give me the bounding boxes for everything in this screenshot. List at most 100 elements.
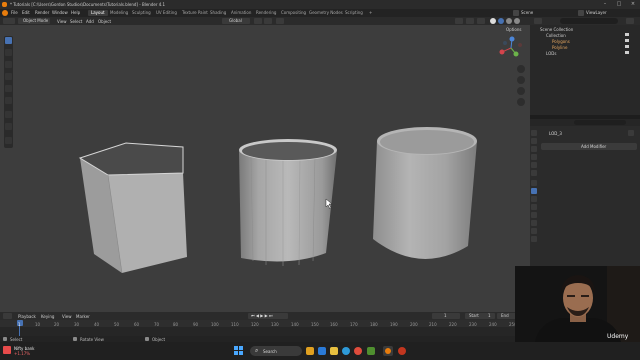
menu-render[interactable]: Render (35, 10, 49, 15)
pan-icon[interactable] (517, 76, 525, 84)
view-layer-name[interactable]: ViewLayer (586, 10, 607, 15)
3d-viewport[interactable]: Options (0, 25, 530, 312)
annotate-tool-icon[interactable] (5, 111, 12, 118)
widgets-app-icon[interactable] (306, 347, 314, 355)
constraints-properties-icon[interactable] (531, 212, 537, 218)
tab-geometry-nodes[interactable]: Geometry Nodes (306, 10, 346, 16)
start-frame-field[interactable]: Start 1 (465, 313, 495, 319)
material-properties-icon[interactable] (531, 228, 537, 234)
mid-poly-mesh[interactable] (239, 139, 337, 266)
chrome-browser-icon[interactable] (354, 347, 362, 355)
rotate-tool-icon[interactable] (5, 73, 12, 80)
app-icon[interactable] (367, 347, 375, 355)
properties-search-input[interactable] (574, 120, 626, 125)
low-poly-mesh[interactable] (78, 142, 187, 274)
close-button[interactable]: × (628, 1, 638, 8)
object-properties-icon[interactable] (531, 180, 537, 186)
scale-tool-icon[interactable] (5, 85, 12, 92)
wireframe-shading-icon[interactable] (490, 18, 496, 24)
tab-compositing[interactable]: Compositing (278, 10, 309, 16)
outliner-search-input[interactable] (560, 18, 618, 24)
rendered-shading-icon[interactable] (514, 18, 520, 24)
outliner-row-scene-collection[interactable]: Scene Collection (540, 27, 573, 32)
playback-controls[interactable]: ⏮ ◀ ▶ ▶ ⏭ (248, 313, 288, 319)
file-explorer-icon[interactable] (330, 347, 338, 355)
outliner-row-collection[interactable]: Collection (546, 33, 566, 38)
output-properties-icon[interactable] (531, 146, 537, 152)
timeline-menu-view[interactable]: View (62, 314, 72, 319)
texture-properties-icon[interactable] (531, 236, 537, 242)
pin-icon[interactable] (628, 130, 634, 136)
view-layer-properties-icon[interactable] (531, 154, 537, 160)
viewport-menu-view[interactable]: View (57, 19, 67, 24)
measure-tool-icon[interactable] (5, 123, 12, 130)
select-box-tool-icon[interactable] (5, 37, 12, 44)
move-tool-icon[interactable] (5, 61, 12, 68)
tab-uv-editing[interactable]: UV Editing (153, 10, 180, 16)
add-cube-tool-icon[interactable] (5, 137, 12, 144)
blender-taskbar-icon[interactable] (383, 346, 393, 356)
visibility-icon[interactable] (455, 18, 463, 24)
timeline-editor-icon[interactable] (3, 313, 12, 319)
tab-sculpting[interactable]: Sculpting (129, 10, 154, 16)
tab-shading[interactable]: Shading (207, 10, 229, 16)
physics-properties-icon[interactable] (531, 204, 537, 210)
minimize-button[interactable]: – (600, 1, 610, 8)
proportional-edit-icon[interactable] (276, 18, 284, 24)
outliner-row-polyline[interactable]: Polyline (552, 45, 567, 50)
world-properties-icon[interactable] (531, 170, 537, 176)
outliner-row-lods[interactable]: LODs (546, 51, 556, 56)
orientation-select[interactable]: Global (222, 18, 250, 24)
menu-edit[interactable]: Edit (22, 10, 30, 15)
cursor-tool-icon[interactable] (5, 49, 12, 56)
pivot-icon[interactable] (254, 18, 262, 24)
timeline-menu-marker[interactable]: Marker (76, 314, 90, 319)
taskbar-search-box[interactable]: ⌕ Search (250, 346, 302, 356)
mode-select[interactable]: Object Mode (18, 18, 50, 24)
tab-animation[interactable]: Animation (228, 10, 254, 16)
overlay-icon[interactable] (477, 18, 485, 24)
solid-shading-icon[interactable] (498, 18, 504, 24)
render-properties-icon[interactable] (531, 138, 537, 144)
navigation-gizmo[interactable] (499, 36, 523, 57)
perspective-toggle-icon[interactable] (517, 98, 525, 106)
zoom-icon[interactable] (517, 65, 525, 73)
modifier-properties-icon[interactable] (531, 188, 537, 194)
current-frame-field[interactable]: 1 (432, 313, 460, 319)
options-dropdown[interactable]: Options (506, 27, 521, 32)
outliner-editor-icon[interactable] (534, 18, 542, 24)
task-view-icon[interactable] (318, 347, 326, 355)
snap-icon[interactable] (264, 18, 272, 24)
stock-widget-icon[interactable] (3, 346, 11, 354)
outliner-row-polygons[interactable]: Polygons (552, 39, 570, 44)
filter-icon[interactable] (626, 18, 634, 24)
scene-name[interactable]: Scene (521, 10, 533, 15)
maximize-button[interactable]: □ (614, 1, 624, 8)
tab-scripting[interactable]: Scripting (342, 10, 366, 16)
timeline-menu-keying[interactable]: Keying (41, 314, 54, 319)
blender-menu-icon[interactable] (2, 10, 8, 16)
gizmo-icon[interactable] (466, 18, 474, 24)
menu-file[interactable]: File (11, 10, 18, 15)
tab-rendering[interactable]: Rendering (253, 10, 279, 16)
tab-layout[interactable]: Layout (88, 10, 108, 16)
tab-modeling[interactable]: Modeling (107, 10, 131, 16)
timeline-menu-playback[interactable]: Playback (18, 314, 36, 319)
menu-help[interactable]: Help (71, 10, 80, 15)
data-properties-icon[interactable] (531, 220, 537, 226)
viewport-menu-add[interactable]: Add (86, 19, 94, 24)
transform-tool-icon[interactable] (5, 97, 12, 104)
material-shading-icon[interactable] (506, 18, 512, 24)
scene-properties-icon[interactable] (531, 162, 537, 168)
add-modifier-button[interactable]: Add Modifier (541, 143, 637, 150)
recorder-app-icon[interactable] (398, 347, 406, 355)
high-poly-mesh[interactable] (373, 127, 477, 259)
tool-properties-icon[interactable] (531, 130, 537, 136)
particles-properties-icon[interactable] (531, 196, 537, 202)
viewport-menu-object[interactable]: Object (98, 19, 111, 24)
editor-type-button[interactable] (3, 18, 15, 24)
windows-start-icon[interactable] (234, 346, 244, 356)
add-workspace-button[interactable]: + (366, 10, 375, 16)
viewport-menu-select[interactable]: Select (70, 19, 82, 24)
camera-view-icon[interactable] (517, 87, 525, 95)
